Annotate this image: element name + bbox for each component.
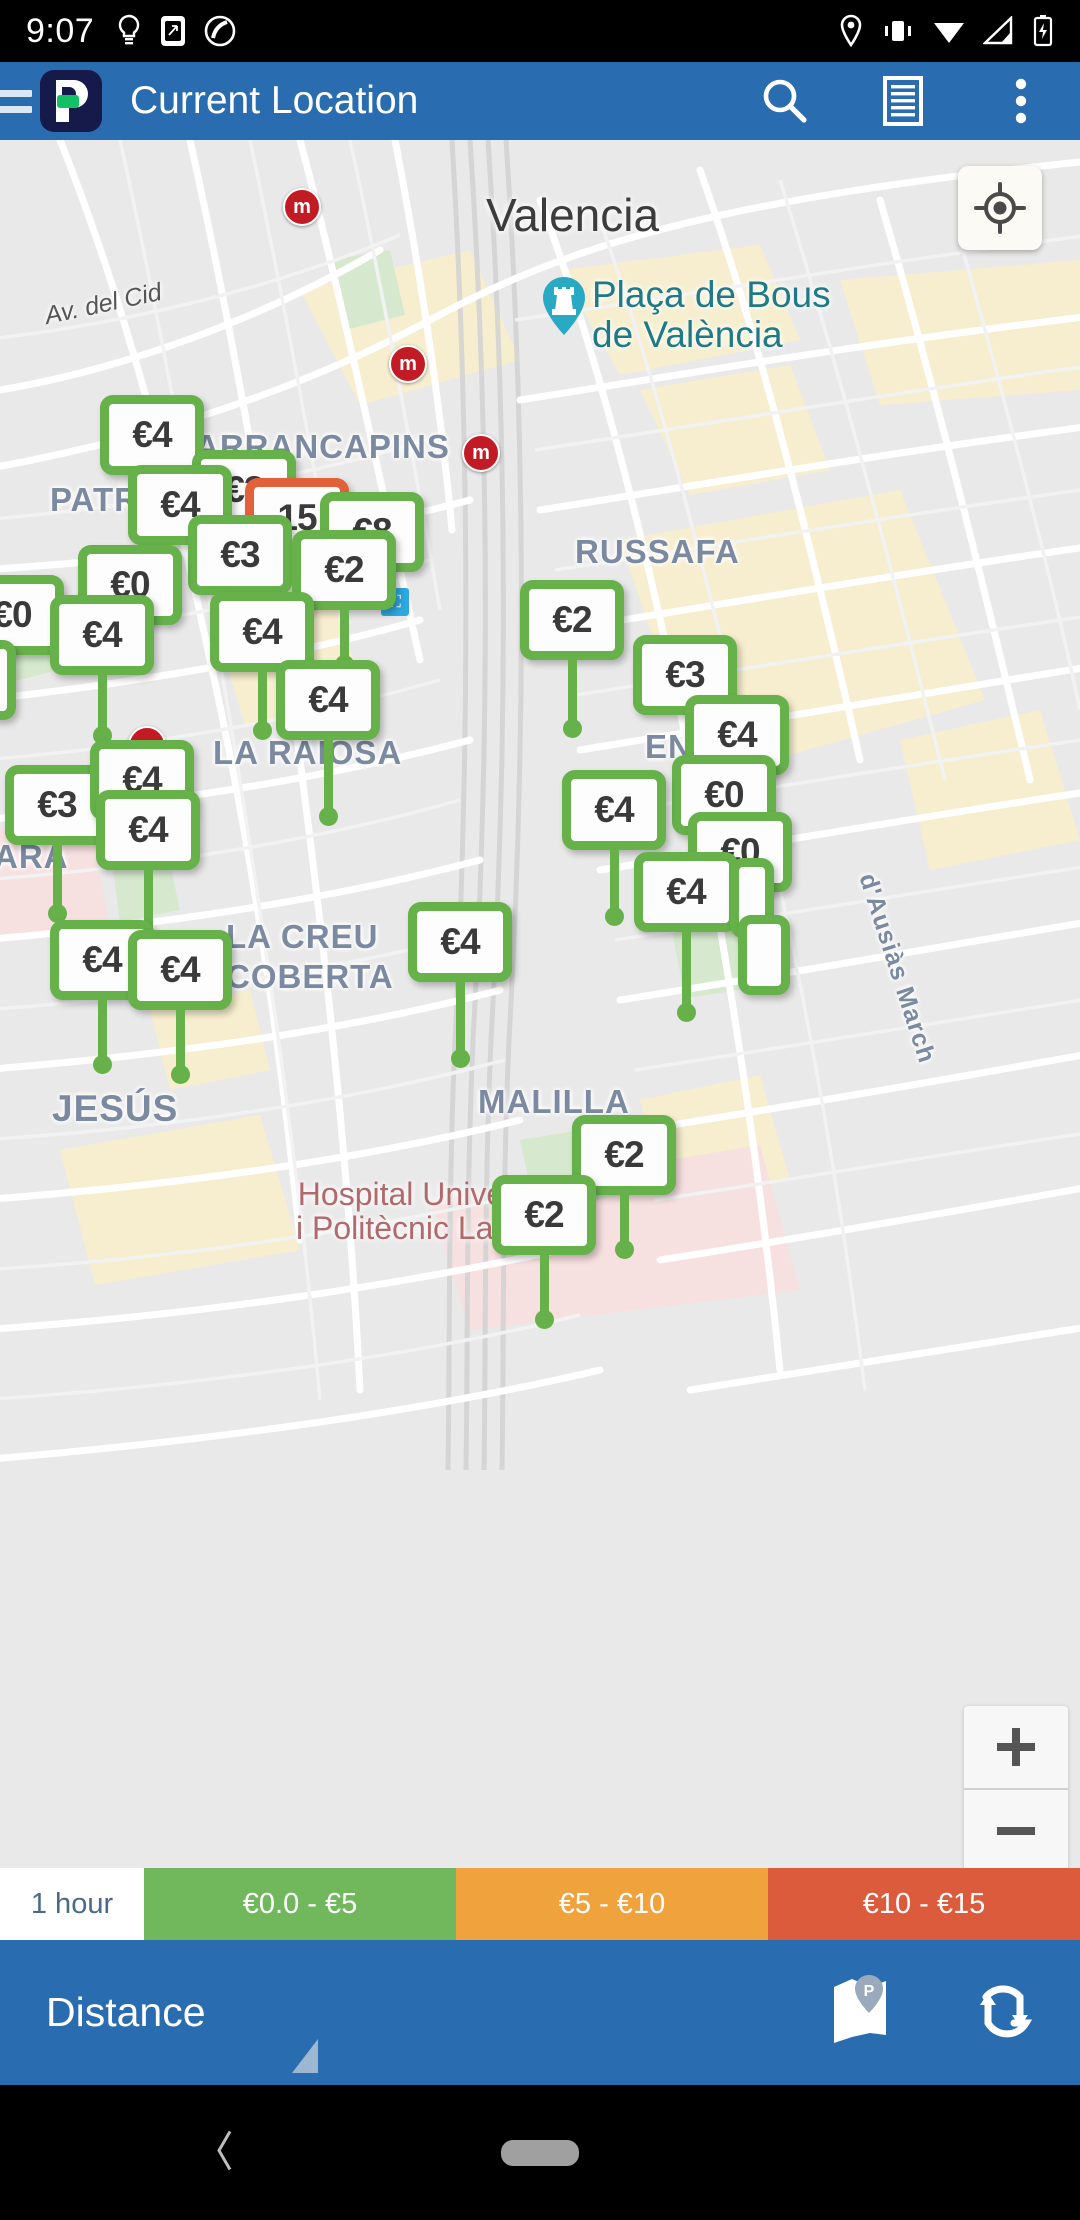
sort-label[interactable]: Distance xyxy=(46,1989,206,2036)
list-icon[interactable] xyxy=(844,62,962,140)
refresh-icon[interactable] xyxy=(966,1975,1034,2050)
legend-band-high: €10 - €15 xyxy=(768,1868,1080,1940)
poi-label-line2: de València xyxy=(592,313,783,355)
zoom-controls[interactable] xyxy=(964,1706,1068,1868)
status-bar: 9:07 xyxy=(0,0,1080,62)
city-label: Valencia xyxy=(486,189,660,241)
price-legend: 1 hour €0.0 - €5 €5 - €10 €10 - €15 xyxy=(0,1868,1080,1940)
status-left-icons xyxy=(116,14,236,48)
price-marker[interactable]: €4 xyxy=(634,852,738,1022)
price-marker-label: €2 xyxy=(604,1134,644,1175)
neighborhood-label: RUSSAFA xyxy=(575,533,740,570)
price-marker-label: €0 xyxy=(704,774,744,815)
price-marker-label: €4 xyxy=(128,809,168,850)
map-canvas[interactable]: Valencia Av. del Cid RUSSAFA ARRANCAPINS… xyxy=(0,140,1080,1868)
monument-pin-icon[interactable] xyxy=(540,275,588,342)
price-marker-label: €4 xyxy=(666,871,706,912)
price-marker-label: €2 xyxy=(552,599,592,640)
bulb-icon xyxy=(118,14,140,45)
status-right-icons xyxy=(838,14,1054,48)
parkman-logo xyxy=(40,70,102,132)
signal-icon xyxy=(983,16,1013,45)
metro-pin[interactable]: m xyxy=(462,434,500,472)
price-marker-label: €2 xyxy=(324,549,364,590)
price-marker[interactable]: €4 xyxy=(408,902,512,1068)
app-bar: Current Location xyxy=(0,62,1080,140)
app-bar-actions xyxy=(726,62,1080,140)
price-marker-label: €2 xyxy=(524,1194,564,1235)
wifi-icon xyxy=(934,23,964,43)
neighborhood-label: JESÚS xyxy=(52,1088,179,1129)
price-marker-label: €4 xyxy=(308,679,348,720)
map-parking-icon[interactable]: P xyxy=(828,1973,892,2052)
price-marker-label: €4 xyxy=(242,611,282,652)
android-nav-bar xyxy=(0,2085,1080,2220)
neighborhood-label: LA CREU xyxy=(226,918,379,955)
zoom-out-button[interactable] xyxy=(964,1790,1068,1868)
price-marker[interactable] xyxy=(0,640,16,720)
price-marker[interactable]: €4 xyxy=(128,930,232,1084)
app-screen: 9:07 Current Location Valencia Av. del C… xyxy=(0,0,1080,2220)
metro-pin[interactable]: m xyxy=(389,345,427,383)
my-location-button[interactable] xyxy=(958,166,1042,250)
price-marker-label: €4 xyxy=(82,939,122,980)
price-marker-label: €4 xyxy=(160,949,200,990)
vibrate-icon xyxy=(885,21,911,41)
price-marker[interactable]: €2 xyxy=(520,580,624,738)
price-marker-label: €4 xyxy=(440,921,480,962)
price-marker[interactable] xyxy=(738,915,790,995)
price-marker-label: €4 xyxy=(594,789,634,830)
bottom-bar: Distance P xyxy=(0,1940,1080,2085)
neighborhood-label: COBERTA xyxy=(226,958,394,995)
my-location-icon xyxy=(974,182,1026,234)
battery-charging-icon xyxy=(1033,15,1053,47)
zoom-in-button[interactable] xyxy=(964,1706,1068,1790)
price-marker-label: €4 xyxy=(132,414,172,455)
svg-text:P: P xyxy=(864,1983,875,2000)
resize-corner-icon xyxy=(292,2039,318,2073)
price-marker-label: €4 xyxy=(717,714,757,755)
search-icon[interactable] xyxy=(726,62,844,140)
do-not-disturb-icon xyxy=(204,15,236,47)
price-marker[interactable]: €4 xyxy=(50,595,154,745)
price-marker-label: €4 xyxy=(82,614,122,655)
home-pill[interactable] xyxy=(501,2139,579,2166)
location-icon xyxy=(840,14,862,48)
price-marker-label: €3 xyxy=(37,784,77,825)
price-marker-label: €0 xyxy=(0,594,33,635)
hamburger-icon[interactable] xyxy=(0,89,32,113)
price-marker[interactable]: €4 xyxy=(276,660,380,826)
legend-duration[interactable]: 1 hour xyxy=(0,1868,144,1940)
back-icon[interactable] xyxy=(212,2127,238,2178)
bottom-bar-actions: P xyxy=(828,1973,1034,2052)
overflow-menu-icon[interactable] xyxy=(962,62,1080,140)
poi-label-line1: Plaça de Bous xyxy=(592,274,831,315)
legend-band-low: €0.0 - €5 xyxy=(144,1868,456,1940)
price-marker-label: €3 xyxy=(220,534,260,575)
page-title: Current Location xyxy=(130,79,419,122)
metro-pin[interactable]: m xyxy=(283,188,321,226)
status-clock: 9:07 xyxy=(26,11,95,50)
legend-band-mid: €5 - €10 xyxy=(456,1868,768,1940)
price-marker[interactable]: €2 xyxy=(492,1175,596,1329)
poi-label: Plaça de Bous de València xyxy=(592,275,831,355)
screenshot-icon xyxy=(161,16,186,46)
price-marker-label: €3 xyxy=(665,654,705,695)
